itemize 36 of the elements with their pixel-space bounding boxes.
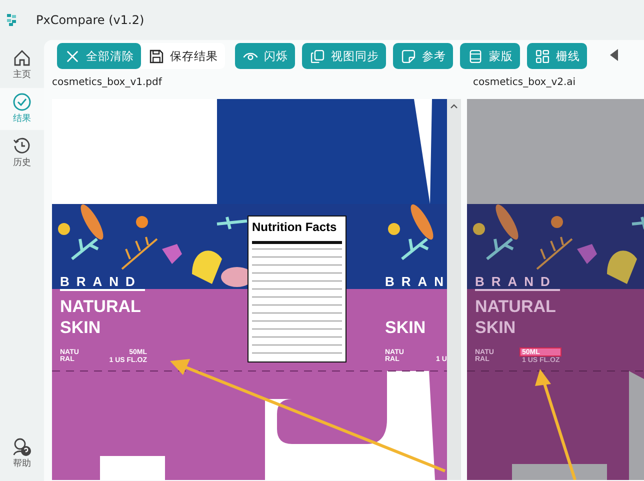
product-title: NATURAL <box>475 297 556 316</box>
help-icon <box>12 437 32 457</box>
scrollbar[interactable] <box>447 99 461 480</box>
toolbar-button[interactable]: 视图同步 <box>302 43 386 69</box>
chevron-up-icon <box>450 104 458 109</box>
toolbar-button[interactable]: 蒙版 <box>460 43 520 69</box>
toolbar-button[interactable]: 栅线 <box>527 43 587 69</box>
check-circle-icon <box>12 92 32 112</box>
product-title: NATURAL <box>60 297 141 316</box>
grid-icon <box>534 48 551 64</box>
help-button[interactable]: 帮助 <box>0 433 44 475</box>
toolbar-button[interactable]: 全部清除 <box>57 43 141 69</box>
product-title: SKIN <box>475 318 516 337</box>
sidebar-item[interactable]: 历史 <box>0 132 44 174</box>
film-icon <box>467 48 484 64</box>
toolbar-button[interactable]: 参考 <box>393 43 453 69</box>
toolbar-button[interactable]: 保存结果 <box>141 43 225 69</box>
product-title: SKIN <box>385 318 426 337</box>
sidebar-item[interactable]: 结果 <box>0 88 44 130</box>
toolbar-button[interactable]: 闪烁 <box>235 43 295 69</box>
note-icon <box>400 48 417 64</box>
floral-pattern-drawing <box>388 204 434 260</box>
home-icon <box>12 48 32 68</box>
brand-text: BRAND <box>475 274 557 289</box>
file-name: cosmetics_box_v1.pdf <box>52 76 164 89</box>
window-title: PxCompare (v1.2) <box>36 13 144 27</box>
app-logo-icon <box>6 13 18 27</box>
file-name: cosmetics_box_v2.ai <box>473 76 577 89</box>
product-title: SKIN <box>60 318 101 337</box>
copy-icon <box>309 48 326 64</box>
brand-text: BRAN <box>385 274 447 289</box>
brand-text: BRAND <box>60 274 142 289</box>
triangle-left-icon <box>609 48 619 62</box>
history-icon <box>12 136 32 156</box>
sidebar-item[interactable]: 主页 <box>0 44 44 86</box>
nutrition-title: Nutrition Facts <box>252 220 337 234</box>
